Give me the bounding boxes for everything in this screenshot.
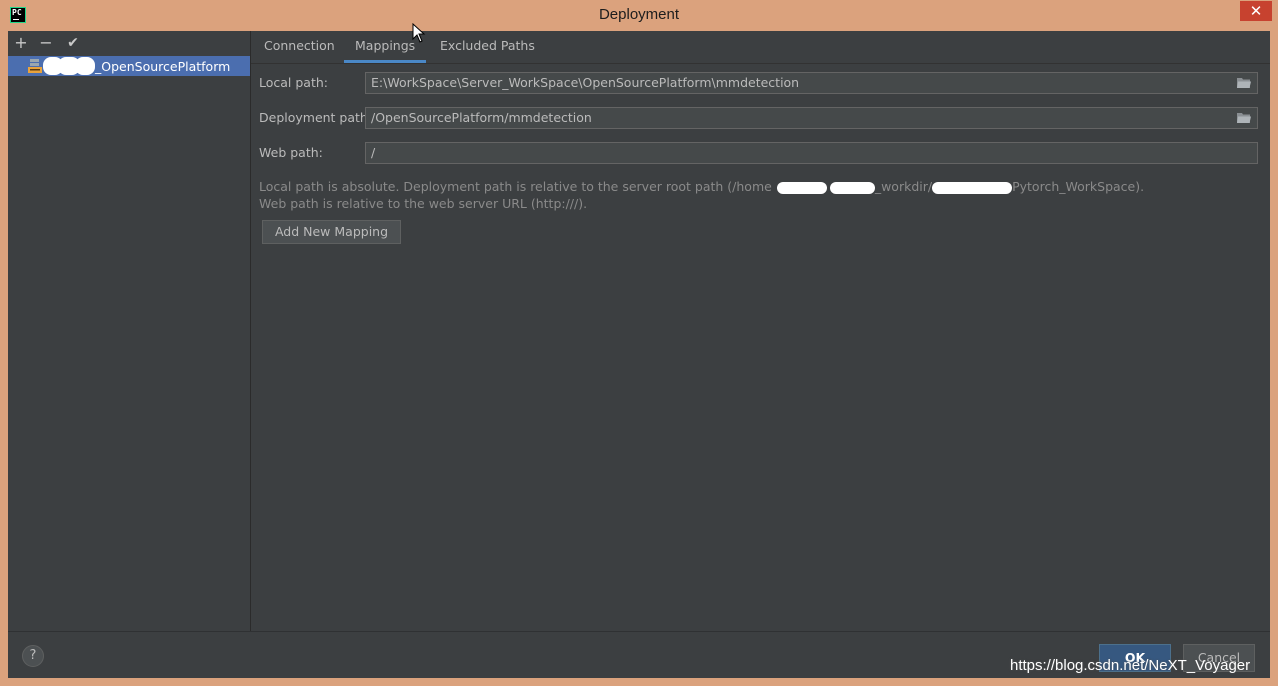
mouse-cursor-icon (412, 23, 426, 43)
hint-text-part: Pytorch_WorkSpace). (1012, 179, 1145, 194)
apply-checkmark-button[interactable]: ✔ (63, 33, 83, 53)
dialog-content: + − ✔ _OpenSourcePlatform Connection Map… (8, 31, 1270, 678)
deployment-path-label: Deployment path: (259, 110, 373, 125)
server-settings-panel: Connection Mappings Excluded Paths Local… (251, 31, 1270, 631)
browse-folder-icon[interactable] (1237, 77, 1251, 89)
local-path-label: Local path: (259, 75, 329, 90)
hint-text-part: _workdir/ (874, 179, 933, 194)
server-list: _OpenSourcePlatform (8, 56, 250, 631)
remove-server-button[interactable]: − (36, 33, 56, 53)
web-path-label: Web path: (259, 145, 323, 160)
tab-excluded-paths[interactable]: Excluded Paths (440, 38, 535, 63)
redaction-mark (829, 181, 875, 194)
watermark-text: https://blog.csdn.net/NeXT_Voyager (1010, 657, 1251, 674)
redaction-mark (932, 181, 1013, 194)
help-button[interactable]: ? (22, 645, 44, 667)
mapping-hint-line-1: Local path is absolute. Deployment path … (259, 179, 1219, 194)
server-name-label: _OpenSourcePlatform (95, 59, 231, 74)
settings-tabs: Connection Mappings Excluded Paths (251, 31, 1270, 64)
sftp-server-icon (28, 59, 42, 73)
local-path-field[interactable]: E:\WorkSpace\Server_WorkSpace\OpenSource… (365, 72, 1258, 94)
server-list-item[interactable]: _OpenSourcePlatform (8, 56, 250, 76)
add-server-button[interactable]: + (11, 33, 31, 53)
web-path-value: / (371, 145, 376, 160)
redaction-mark (75, 57, 95, 75)
tab-connection[interactable]: Connection (264, 38, 335, 63)
window-title: Deployment (598, 6, 680, 23)
server-toolbar: + − ✔ (8, 31, 250, 55)
server-list-panel: + − ✔ _OpenSourcePlatform (8, 31, 251, 631)
hint-text-part: Local path is absolute. Deployment path … (259, 179, 772, 194)
redaction-mark (776, 181, 827, 194)
title-bar: PC Deployment ✕ (0, 0, 1278, 31)
mapping-hint-line-2: Web path is relative to the web server U… (259, 196, 588, 211)
add-new-mapping-button[interactable]: Add New Mapping (262, 220, 401, 244)
local-path-value: E:\WorkSpace\Server_WorkSpace\OpenSource… (371, 75, 800, 90)
deployment-path-field[interactable]: /OpenSourcePlatform/mmdetection (365, 107, 1258, 129)
close-button[interactable]: ✕ (1240, 1, 1272, 21)
browse-folder-icon[interactable] (1237, 112, 1251, 124)
web-path-field[interactable]: / (365, 142, 1258, 164)
deployment-path-value: /OpenSourcePlatform/mmdetection (371, 110, 592, 125)
